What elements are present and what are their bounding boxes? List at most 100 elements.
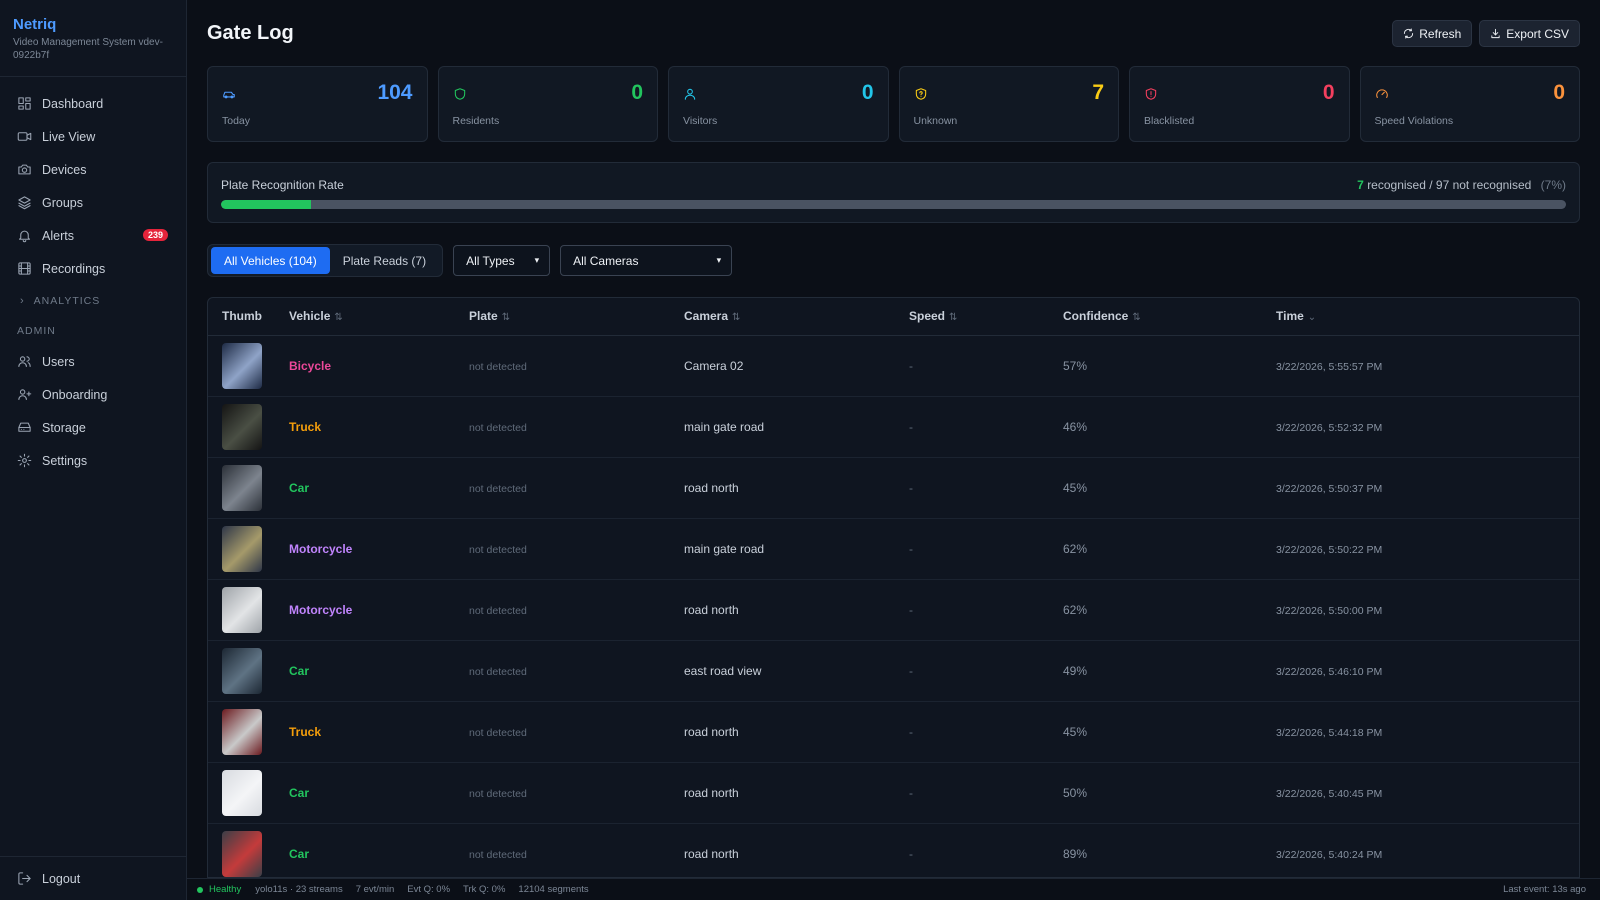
sort-icon: ⇅: [1132, 312, 1141, 324]
column-header-plate[interactable]: Plate ⇅: [455, 298, 670, 336]
stat-value: 0: [1322, 81, 1335, 104]
analytics-section-toggle[interactable]: › ANALYTICS: [0, 285, 186, 317]
type-filter-value: All Types: [466, 253, 515, 268]
admin-section-label: ADMIN: [17, 325, 56, 337]
sidebar-item-settings[interactable]: Settings: [0, 444, 186, 477]
gauge-icon: [1375, 89, 1388, 99]
track-queue: Trk Q: 0%: [463, 884, 506, 895]
table-row[interactable]: Motorcycle not detected main gate road - 62%…: [208, 518, 1579, 580]
alerts-count-badge: 239: [142, 229, 168, 241]
timestamp: 3/22/2026, 5:40:45 PM: [1276, 787, 1383, 800]
sidebar-item-groups[interactable]: Groups: [0, 186, 186, 219]
camera-cell: main gate road: [670, 396, 895, 458]
speed-value: -: [909, 785, 913, 800]
table-row[interactable]: Bicycle not detected Camera 02 - 57% 3/22/202…: [208, 335, 1579, 397]
tab-all-vehicles[interactable]: All Vehicles (104): [211, 247, 330, 274]
vehicle-type: Truck: [289, 419, 322, 434]
vehicle-thumbnail[interactable]: [222, 403, 262, 450]
health-status: Healthy: [209, 884, 242, 895]
confidence-value: 89%: [1063, 846, 1088, 861]
vehicle-thumbnail[interactable]: [222, 647, 262, 694]
sidebar-item-storage[interactable]: Storage: [0, 411, 186, 444]
status-bar: Healthy yolo11s · 23 streams 7 evt/min E…: [187, 878, 1600, 900]
table-row[interactable]: Truck not detected main gate road - 46% 3/22/…: [208, 396, 1579, 458]
plate-cell: not detected: [455, 823, 670, 877]
column-header-time[interactable]: Time ⌄: [1262, 298, 1579, 336]
logout-button[interactable]: Logout: [0, 856, 186, 900]
tab-plate-reads[interactable]: Plate Reads (7): [330, 247, 439, 274]
logout-icon: [18, 872, 31, 885]
sidebar-item-label: Devices: [42, 162, 87, 177]
layers-icon: [18, 196, 31, 210]
camera-icon: [18, 164, 31, 175]
vehicle-cell: Car: [275, 823, 455, 877]
export-csv-button[interactable]: Export CSV: [1479, 20, 1580, 47]
timestamp: 3/22/2026, 5:52:32 PM: [1276, 421, 1383, 434]
table-row[interactable]: Car not detected road north - 89% 3/22/2026, …: [208, 823, 1579, 877]
brand-name[interactable]: Netriq: [13, 16, 173, 33]
type-filter-select[interactable]: All Types ▾: [453, 245, 551, 276]
time-cell: 3/22/2026, 5:44:18 PM: [1262, 701, 1579, 763]
stat-value: 0: [1553, 81, 1565, 104]
speed-value: -: [909, 602, 913, 617]
sidebar-item-devices[interactable]: Devices: [0, 153, 186, 186]
page-header: Gate Log Refresh Export CSV: [207, 20, 1580, 48]
vehicle-thumbnail[interactable]: [222, 525, 262, 572]
table-row[interactable]: Car not detected east road view - 49% 3/22/20…: [208, 640, 1579, 702]
plate-value: not detected: [469, 604, 527, 617]
view-tabs: All Vehicles (104) Plate Reads (7): [207, 244, 444, 277]
shield-icon: [454, 88, 465, 100]
vehicle-thumbnail[interactable]: [222, 586, 262, 633]
confidence-cell: 45%: [1049, 457, 1262, 519]
sidebar-item-onboarding[interactable]: Onboarding: [0, 378, 186, 411]
stat-value: 0: [631, 81, 643, 104]
sort-icon: ⇅: [334, 312, 343, 324]
camera-name: road north: [684, 785, 739, 800]
sidebar-item-users[interactable]: Users: [0, 345, 186, 378]
recognition-title: Plate Recognition Rate: [221, 178, 344, 192]
plate-cell: not detected: [455, 335, 670, 397]
table-row[interactable]: Motorcycle not detected road north - 62% 3/22…: [208, 579, 1579, 641]
vehicle-thumbnail[interactable]: [222, 708, 262, 755]
camera-name: road north: [684, 724, 739, 739]
table-row[interactable]: Car not detected road north - 45% 3/22/2026, …: [208, 457, 1579, 519]
vehicle-thumbnail[interactable]: [222, 464, 262, 511]
column-header-vehicle[interactable]: Vehicle ⇅: [275, 298, 455, 336]
sidebar-item-recordings[interactable]: Recordings: [0, 252, 186, 285]
table-row[interactable]: Truck not detected road north - 45% 3/22/2026…: [208, 701, 1579, 763]
recognition-summary: 7 recognised / 97 not recognised (7%): [1357, 178, 1566, 192]
speed-cell: -: [895, 396, 1049, 458]
sidebar-item-label: Live View: [42, 129, 96, 144]
camera-cell: main gate road: [670, 518, 895, 580]
vehicle-type: Bicycle: [289, 358, 332, 373]
sidebar-item-label: Recordings: [42, 261, 106, 276]
confidence-value: 45%: [1063, 724, 1088, 739]
stat-card-unknown: 7 Unknown: [898, 66, 1119, 142]
sidebar-item-dashboard[interactable]: Dashboard: [0, 87, 186, 120]
vehicle-thumbnail[interactable]: [222, 342, 262, 389]
column-header-confidence[interactable]: Confidence ⇅: [1049, 298, 1262, 336]
vehicle-thumbnail[interactable]: [222, 830, 262, 877]
plate-value: not detected: [469, 848, 527, 861]
sidebar-item-live-view[interactable]: Live View: [0, 120, 186, 153]
time-cell: 3/22/2026, 5:50:37 PM: [1262, 457, 1579, 519]
refresh-icon: [1404, 28, 1414, 39]
stat-label: Unknown: [913, 115, 958, 127]
vehicle-cell: Car: [275, 457, 455, 519]
vehicle-cell: Truck: [275, 701, 455, 763]
timestamp: 3/22/2026, 5:50:22 PM: [1276, 543, 1383, 556]
column-header-speed[interactable]: Speed ⇅: [895, 298, 1049, 336]
vehicle-thumbnail[interactable]: [222, 769, 262, 816]
sidebar-item-label: Dashboard: [42, 96, 104, 111]
sidebar-item-alerts[interactable]: Alerts 239: [0, 219, 186, 252]
camera-filter-select[interactable]: All Cameras ▾: [560, 245, 733, 276]
shield-alert-icon: [1145, 88, 1157, 100]
column-header-camera[interactable]: Camera ⇅: [670, 298, 895, 336]
refresh-button[interactable]: Refresh: [1392, 20, 1473, 47]
table-row[interactable]: Car not detected road north - 50% 3/22/2026, …: [208, 762, 1579, 824]
thumb-cell: [208, 579, 275, 641]
filters-bar: All Vehicles (104) Plate Reads (7) All T…: [207, 244, 733, 277]
speed-value: -: [909, 358, 913, 373]
confidence-value: 50%: [1063, 785, 1088, 800]
brand: Netriq Video Management System vdev-0922…: [0, 0, 186, 77]
